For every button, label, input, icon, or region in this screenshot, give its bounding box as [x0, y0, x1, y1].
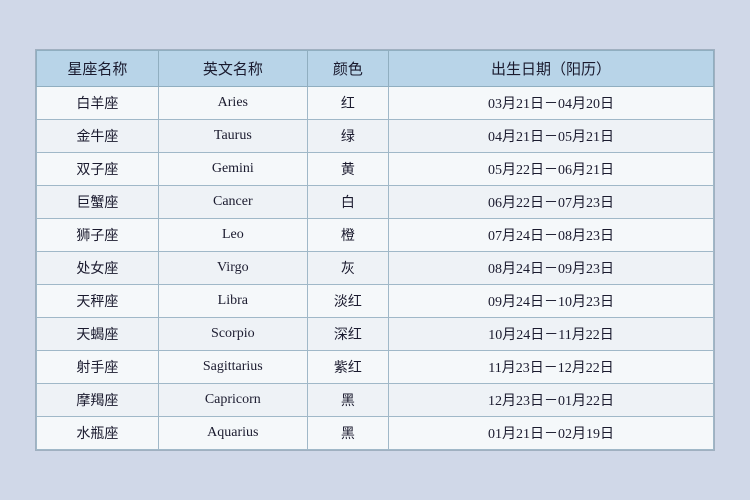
- header-color: 颜色: [307, 51, 388, 87]
- cell-zh: 双子座: [37, 153, 159, 186]
- cell-en: Capricorn: [158, 384, 307, 417]
- cell-date: 08月24日－09月23日: [389, 252, 714, 285]
- cell-zh: 处女座: [37, 252, 159, 285]
- cell-zh: 巨蟹座: [37, 186, 159, 219]
- cell-en: Leo: [158, 219, 307, 252]
- cell-color: 橙: [307, 219, 388, 252]
- cell-color: 灰: [307, 252, 388, 285]
- cell-en: Virgo: [158, 252, 307, 285]
- cell-en: Scorpio: [158, 318, 307, 351]
- table-row: 双子座Gemini黄05月22日－06月21日: [37, 153, 714, 186]
- cell-color: 深红: [307, 318, 388, 351]
- table-row: 巨蟹座Cancer白06月22日－07月23日: [37, 186, 714, 219]
- table-row: 狮子座Leo橙07月24日－08月23日: [37, 219, 714, 252]
- table-row: 摩羯座Capricorn黑12月23日－01月22日: [37, 384, 714, 417]
- zodiac-table: 星座名称 英文名称 颜色 出生日期（阳历） 白羊座Aries红03月21日－04…: [36, 50, 714, 450]
- cell-date: 03月21日－04月20日: [389, 87, 714, 120]
- cell-date: 11月23日－12月22日: [389, 351, 714, 384]
- table-row: 天蝎座Scorpio深红10月24日－11月22日: [37, 318, 714, 351]
- cell-date: 10月24日－11月22日: [389, 318, 714, 351]
- cell-date: 01月21日－02月19日: [389, 417, 714, 450]
- cell-zh: 射手座: [37, 351, 159, 384]
- zodiac-table-container: 星座名称 英文名称 颜色 出生日期（阳历） 白羊座Aries红03月21日－04…: [35, 49, 715, 451]
- table-row: 白羊座Aries红03月21日－04月20日: [37, 87, 714, 120]
- cell-en: Gemini: [158, 153, 307, 186]
- cell-color: 白: [307, 186, 388, 219]
- cell-date: 07月24日－08月23日: [389, 219, 714, 252]
- cell-en: Libra: [158, 285, 307, 318]
- cell-en: Aquarius: [158, 417, 307, 450]
- header-en: 英文名称: [158, 51, 307, 87]
- table-header-row: 星座名称 英文名称 颜色 出生日期（阳历）: [37, 51, 714, 87]
- table-row: 天秤座Libra淡红09月24日－10月23日: [37, 285, 714, 318]
- cell-zh: 摩羯座: [37, 384, 159, 417]
- cell-zh: 天蝎座: [37, 318, 159, 351]
- cell-date: 12月23日－01月22日: [389, 384, 714, 417]
- cell-color: 黑: [307, 417, 388, 450]
- cell-color: 绿: [307, 120, 388, 153]
- cell-zh: 水瓶座: [37, 417, 159, 450]
- table-row: 金牛座Taurus绿04月21日－05月21日: [37, 120, 714, 153]
- cell-en: Aries: [158, 87, 307, 120]
- cell-zh: 天秤座: [37, 285, 159, 318]
- cell-color: 黑: [307, 384, 388, 417]
- cell-color: 黄: [307, 153, 388, 186]
- header-zh: 星座名称: [37, 51, 159, 87]
- cell-en: Taurus: [158, 120, 307, 153]
- cell-zh: 白羊座: [37, 87, 159, 120]
- cell-date: 04月21日－05月21日: [389, 120, 714, 153]
- table-row: 处女座Virgo灰08月24日－09月23日: [37, 252, 714, 285]
- header-date: 出生日期（阳历）: [389, 51, 714, 87]
- cell-color: 淡红: [307, 285, 388, 318]
- table-row: 射手座Sagittarius紫红11月23日－12月22日: [37, 351, 714, 384]
- cell-en: Sagittarius: [158, 351, 307, 384]
- cell-en: Cancer: [158, 186, 307, 219]
- cell-date: 05月22日－06月21日: [389, 153, 714, 186]
- cell-zh: 狮子座: [37, 219, 159, 252]
- cell-color: 紫红: [307, 351, 388, 384]
- cell-color: 红: [307, 87, 388, 120]
- cell-zh: 金牛座: [37, 120, 159, 153]
- table-row: 水瓶座Aquarius黑01月21日－02月19日: [37, 417, 714, 450]
- cell-date: 06月22日－07月23日: [389, 186, 714, 219]
- cell-date: 09月24日－10月23日: [389, 285, 714, 318]
